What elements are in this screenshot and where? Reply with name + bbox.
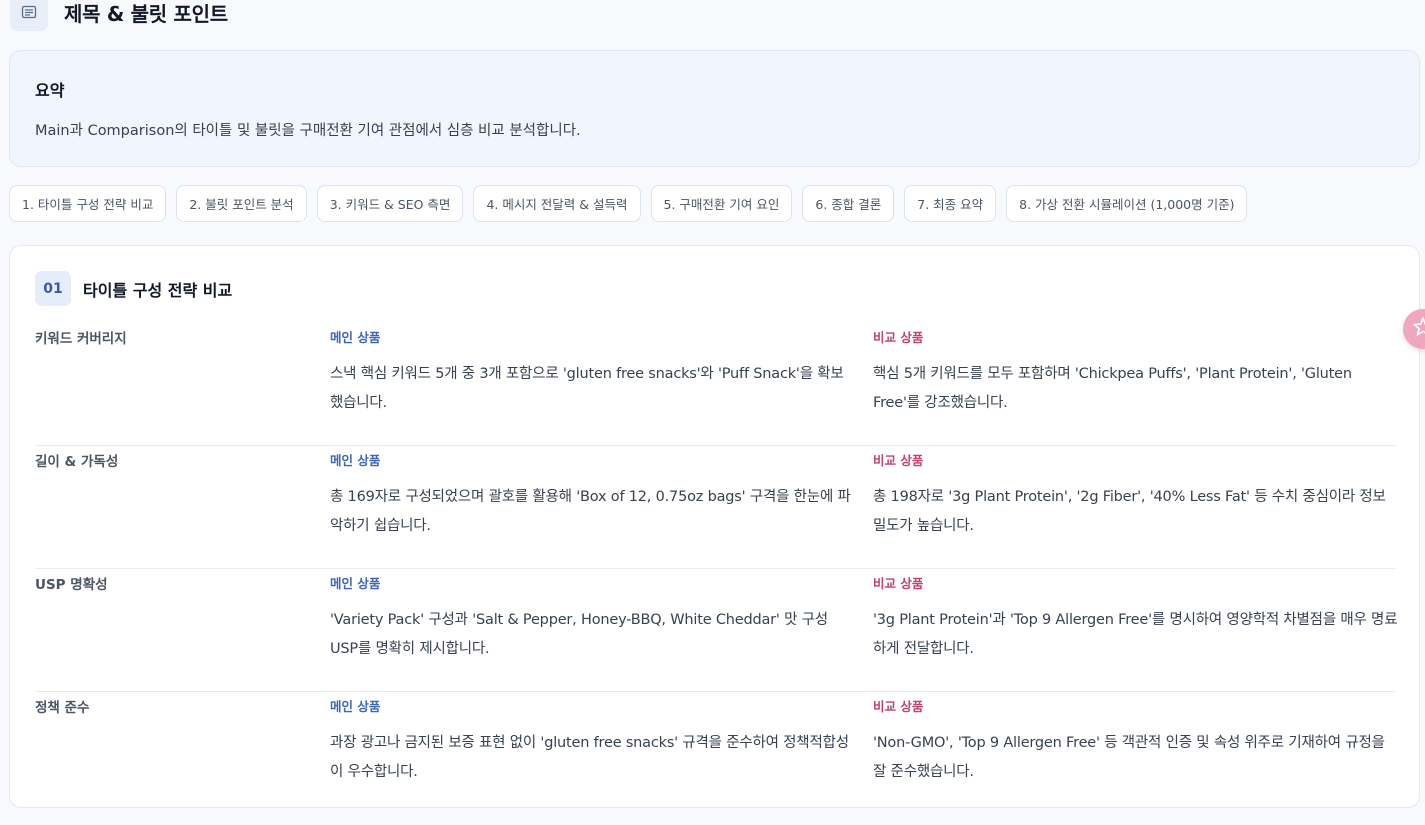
- summary-text: Main과 Comparison의 타이틀 및 불릿을 구매전환 기여 관점에서…: [35, 123, 581, 139]
- tab-conversion-factors[interactable]: 5. 구매전환 기여 요인: [650, 185, 793, 222]
- comparison-product-column: 비교 상품 '3g Plant Protein'과 'Top 9 Allerge…: [873, 573, 1398, 664]
- comparison-product-column: 비교 상품 총 198자로 '3g Plant Protein', '2g Fi…: [873, 450, 1398, 541]
- main-product-column: 메인 상품 총 169자로 구성되었으며 괄호를 활용해 'Box of 12,…: [330, 450, 855, 541]
- comparison-product-column: 비교 상품 핵심 5개 키워드를 모두 포함하며 'Chickpea Puffs…: [873, 327, 1398, 418]
- main-product-column: 메인 상품 'Variety Pack' 구성과 'Salt & Pepper,…: [330, 573, 855, 664]
- comparison-product-text: '3g Plant Protein'과 'Top 9 Allergen Free…: [873, 612, 1398, 657]
- main-product-column: 메인 상품 과장 광고나 금지된 보증 표현 없이 'gluten free s…: [330, 696, 855, 787]
- main-product-text: 스낵 핵심 키워드 5개 중 3개 포함으로 'gluten free snac…: [330, 366, 844, 411]
- comparison-product-tag: 비교 상품: [873, 576, 924, 591]
- tab-conversion-simulation[interactable]: 8. 가상 전환 시뮬레이션 (1,000명 기준): [1006, 185, 1248, 222]
- page-header: 제목 & 불릿 포인트: [10, 0, 228, 32]
- summary-box: 요약 Main과 Comparison의 타이틀 및 불릿을 구매전환 기여 관…: [9, 50, 1420, 167]
- summary-heading: 요약: [35, 81, 65, 100]
- row-label: 키워드 커버리지: [35, 331, 127, 347]
- comparison-row: 정책 준수 메인 상품 과장 광고나 금지된 보증 표현 없이 'gluten …: [35, 692, 1395, 815]
- main-product-column: 메인 상품 스낵 핵심 키워드 5개 중 3개 포함으로 'gluten fre…: [330, 327, 855, 418]
- row-label: USP 명확성: [35, 577, 108, 593]
- row-label: 길이 & 가독성: [35, 454, 119, 470]
- comparison-rows: 키워드 커버리지 메인 상품 스낵 핵심 키워드 5개 중 3개 포함으로 'g…: [35, 323, 1398, 815]
- main-product-text: 'Variety Pack' 구성과 'Salt & Pepper, Honey…: [330, 612, 828, 657]
- section-header: 01 타이틀 구성 전략 비교: [35, 271, 232, 306]
- section-tabs: 1. 타이틀 구성 전략 비교 2. 불릿 포인트 분석 3. 키워드 & SE…: [9, 185, 1248, 222]
- comparison-product-tag: 비교 상품: [873, 453, 924, 468]
- comparison-product-tag: 비교 상품: [873, 330, 924, 345]
- comparison-product-column: 비교 상품 'Non-GMO', 'Top 9 Allergen Free' 등…: [873, 696, 1398, 787]
- comparison-product-text: 핵심 5개 키워드를 모두 포함하며 'Chickpea Puffs', 'Pl…: [873, 366, 1352, 411]
- sparkle-star-icon: [1412, 316, 1425, 342]
- tab-title-strategy[interactable]: 1. 타이틀 구성 전략 비교: [9, 185, 167, 222]
- document-icon: [10, 0, 48, 31]
- section-card: 01 타이틀 구성 전략 비교 키워드 커버리지 메인 상품 스낵 핵심 키워드…: [9, 245, 1420, 808]
- tab-message-persuasion[interactable]: 4. 메시지 전달력 & 설득력: [473, 185, 641, 222]
- comparison-row: 길이 & 가독성 메인 상품 총 169자로 구성되었으며 괄호를 활용해 'B…: [35, 446, 1395, 569]
- tab-final-summary[interactable]: 7. 최종 요약: [904, 185, 997, 222]
- tab-keyword-seo[interactable]: 3. 키워드 & SEO 측면: [316, 185, 464, 222]
- page-title: 제목 & 불릿 포인트: [64, 1, 228, 26]
- section-title: 타이틀 구성 전략 비교: [83, 280, 233, 300]
- comparison-row: 키워드 커버리지 메인 상품 스낵 핵심 키워드 5개 중 3개 포함으로 'g…: [35, 323, 1395, 446]
- main-product-tag: 메인 상품: [330, 453, 381, 468]
- main-product-text: 총 169자로 구성되었으며 괄호를 활용해 'Box of 12, 0.75o…: [330, 489, 851, 534]
- tab-conclusion[interactable]: 6. 종합 결론: [802, 185, 895, 222]
- main-product-tag: 메인 상품: [330, 699, 381, 714]
- comparison-product-text: 'Non-GMO', 'Top 9 Allergen Free' 등 객관적 인…: [873, 735, 1385, 780]
- main-product-text: 과장 광고나 금지된 보증 표현 없이 'gluten free snacks'…: [330, 735, 849, 780]
- main-product-tag: 메인 상품: [330, 330, 381, 345]
- comparison-product-tag: 비교 상품: [873, 699, 924, 714]
- tab-bullet-analysis[interactable]: 2. 불릿 포인트 분석: [176, 185, 307, 222]
- comparison-product-text: 총 198자로 '3g Plant Protein', '2g Fiber', …: [873, 489, 1386, 534]
- comparison-row: USP 명확성 메인 상품 'Variety Pack' 구성과 'Salt &…: [35, 569, 1398, 692]
- main-product-tag: 메인 상품: [330, 576, 381, 591]
- section-number: 01: [35, 271, 71, 306]
- row-label: 정책 준수: [35, 700, 90, 716]
